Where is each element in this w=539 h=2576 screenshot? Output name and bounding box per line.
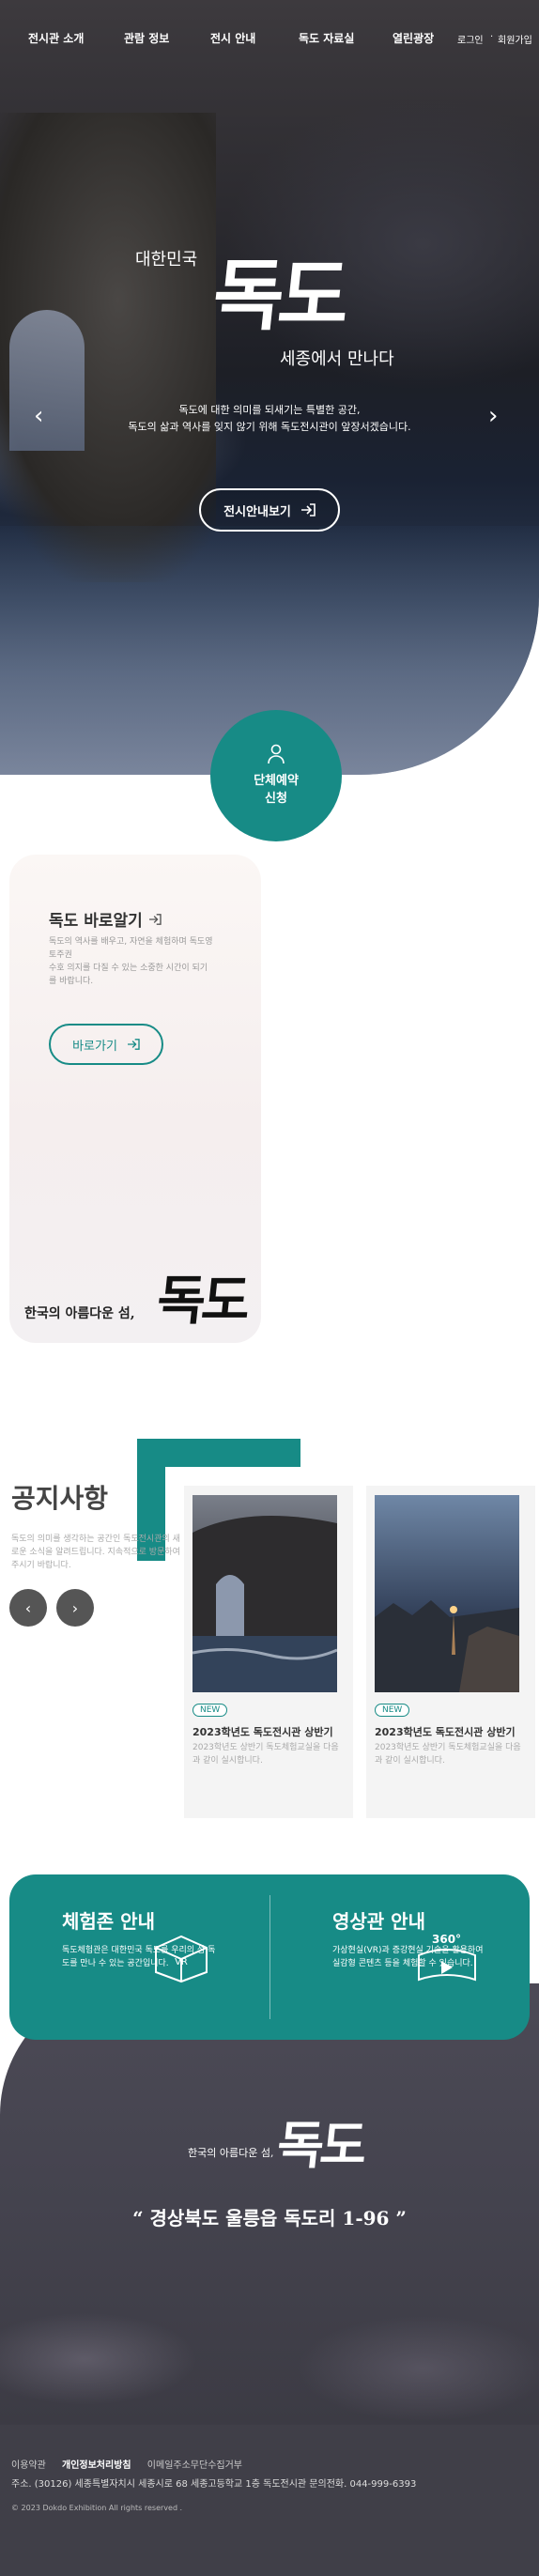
notice-title: 공지사항 — [11, 1483, 109, 1514]
hero-desc-line2: 독도의 삶과 역사를 잊지 않기 위해 독도전시관이 앞장서겠습니다. — [128, 421, 411, 433]
nav-item-community[interactable]: 열린광장 — [393, 30, 434, 46]
notice-card[interactable]: NEW 2023학년도 독도전시관 상반기 2023학년도 상반기 독도체험교실… — [184, 1486, 353, 1818]
new-badge: NEW — [192, 1704, 228, 1717]
about-go-label: 바로가기 — [72, 1038, 117, 1053]
about-desc-line2: 수호 의지를 다질 수 있는 소중한 시간이 되기를 바랍니다. — [49, 964, 208, 986]
hero-desc-line1: 독도에 대한 의미를 되새기는 특별한 공간, — [178, 404, 361, 416]
svg-text:VR: VR — [175, 1957, 188, 1967]
nav-item-archive[interactable]: 독도 자료실 — [299, 30, 354, 46]
closing-slogan: 한국의 아름다운 섬, — [188, 2147, 274, 2159]
main-nav: 전시관 소개 관람 정보 전시 안내 독도 자료실 열린광장 로그인 · 회원가… — [0, 0, 539, 75]
hero-subtitle-bottom: 세종에서 만나다 — [280, 349, 394, 369]
hero-arch-image — [9, 310, 85, 451]
footer-privacy-link[interactable]: 개인정보처리방침 — [62, 2460, 131, 2471]
hero-next-arrow-icon[interactable]: › — [488, 402, 498, 430]
hero-calligraphy-title: 독도 — [208, 251, 349, 341]
hero-description: 독도에 대한 의미를 되새기는 특별한 공간, 독도의 삶과 역사를 잊지 않기… — [122, 402, 417, 436]
video-360-icon: 360° — [409, 1933, 485, 1989]
about-title-text: 독도 바로알기 — [49, 912, 143, 931]
hero-banner: 전시관 소개 관람 정보 전시 안내 독도 자료실 열린광장 로그인 · 회원가… — [0, 0, 539, 775]
about-calligraphy: 독도 — [154, 1270, 251, 1332]
footer-copyright: © 2023 Dokdo Exhibition All rights reser… — [11, 2504, 183, 2512]
closing-calligraphy: 독도 — [274, 2115, 367, 2175]
nav-separator: · — [490, 32, 494, 42]
about-title: 독도 바로알기 — [49, 907, 162, 931]
vr-headset-icon: VR — [155, 1935, 208, 1983]
new-badge: NEW — [375, 1704, 410, 1717]
exhibition-guide-button[interactable]: 전시안내보기 — [199, 488, 340, 532]
notice-prev-button[interactable]: ‹ — [9, 1589, 47, 1627]
about-desc-line1: 독도의 역사를 배우고, 자연을 체험하며 독도영토주권 — [49, 937, 213, 960]
notice-card-image — [375, 1495, 519, 1692]
hero-prev-arrow-icon[interactable]: ‹ — [34, 402, 43, 430]
group-reservation-button[interactable]: 단체예약 신청 — [210, 710, 342, 841]
nav-item-visit[interactable]: 관람 정보 — [124, 30, 169, 46]
footer: 이용약관 개인정보처리방침 이메일주소무단수집거부 주소. (30126) 세종… — [0, 2425, 539, 2576]
nav-item-exhibition[interactable]: 전시 안내 — [210, 30, 255, 46]
nav-item-about[interactable]: 전시관 소개 — [28, 30, 84, 46]
notice-card-desc: 2023학년도 상반기 독도체험교실을 다음과 같이 실시합니다. — [192, 1743, 339, 1766]
enter-icon — [148, 913, 162, 925]
notice-next-button[interactable]: › — [56, 1589, 94, 1627]
about-description: 독도의 역사를 배우고, 자연을 체험하며 독도영토주권 수호 의지를 다질 수… — [49, 935, 214, 988]
exhibition-guide-label: 전시안내보기 — [223, 503, 291, 518]
experience-zone-title[interactable]: 체험존 안내 — [62, 1906, 155, 1934]
notice-card-title: 2023학년도 독도전시관 상반기 — [375, 1726, 516, 1738]
about-go-button[interactable]: 바로가기 — [49, 1024, 163, 1065]
login-link[interactable]: 로그인 — [457, 32, 484, 46]
about-dokdo-card: 독도 바로알기 독도의 역사를 배우고, 자연을 체험하며 독도영토주권 수호 … — [9, 855, 261, 1343]
experience-banner: 체험존 안내 독도체험관은 대한민국 독도를 우리의 섬 독도를 만나 수 있는… — [9, 1874, 530, 2040]
video-hall-title[interactable]: 영상관 안내 — [332, 1906, 425, 1934]
notice-card-title: 2023학년도 독도전시관 상반기 — [192, 1726, 333, 1738]
footer-terms-link[interactable]: 이용약관 — [11, 2460, 46, 2471]
enter-icon — [127, 1039, 140, 1050]
group-reservation-label: 단체예약 신청 — [254, 774, 299, 806]
footer-email-policy-link[interactable]: 이메일주소무단수집거부 — [147, 2460, 242, 2471]
hero-subtitle-top: 대한민국 — [135, 250, 198, 270]
person-icon — [268, 744, 285, 764]
notice-card[interactable]: NEW 2023학년도 독도전시관 상반기 2023학년도 상반기 독도체험교실… — [366, 1486, 535, 1818]
play-icon — [418, 1949, 476, 1982]
notice-card-image — [192, 1495, 337, 1692]
about-slogan: 한국의 아름다운 섬, — [24, 1306, 135, 1321]
notice-card-desc: 2023학년도 상반기 독도체험교실을 다음과 같이 실시합니다. — [375, 1743, 521, 1766]
footer-links: 이용약관 개인정보처리방침 이메일주소무단수집거부 — [11, 2457, 255, 2471]
enter-icon — [300, 503, 316, 517]
chevron-left-icon: ‹ — [24, 1598, 32, 1617]
signup-link[interactable]: 회원가입 — [498, 32, 532, 46]
closing-address: “ 경상북도 울릉읍 독도리 1-96 ” — [132, 2207, 407, 2229]
chevron-right-icon: › — [71, 1598, 79, 1617]
notice-description: 독도의 의미를 생각하는 공간인 독도전시관의 새로운 소식을 알려드립니다. … — [11, 1535, 180, 1570]
footer-address: 주소. (30126) 세종특별자치시 세종시로 68 세종고등학교 1층 독도… — [11, 2479, 417, 2490]
